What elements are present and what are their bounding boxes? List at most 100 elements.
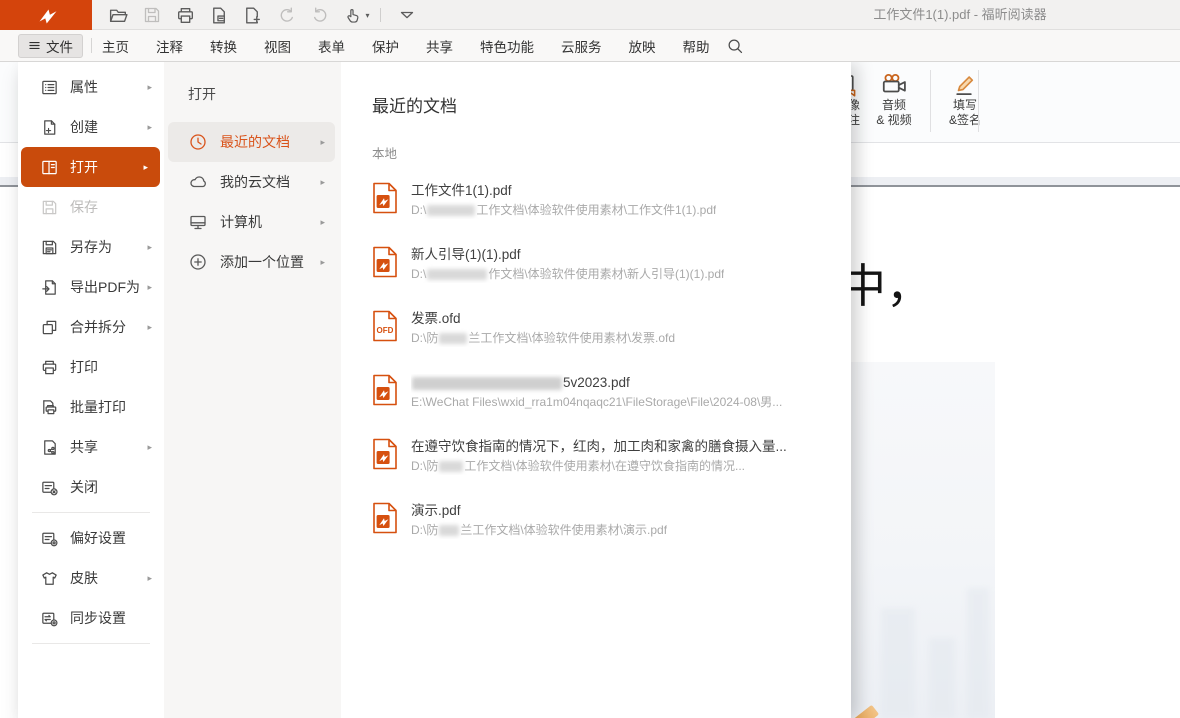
file-menu-item-label: 保存 [70,197,98,217]
menu-tab[interactable]: 云服务 [561,36,602,56]
submenu-arrow-icon: ▸ [320,177,325,188]
pencil-image-fragment [851,705,879,718]
file-menu-item-open[interactable]: 打开▸ [21,147,160,187]
customize-toolbar-icon[interactable] [394,3,420,27]
file-menu-item-share[interactable]: 共享▸ [18,427,164,467]
file-menu-item-preferences[interactable]: 偏好设置 [18,518,164,558]
file-menu-item-save-as[interactable]: 另存为▸ [18,227,164,267]
open-panel-item-computer[interactable]: 计算机▸ [168,202,335,242]
text-segment: D:\ [411,267,426,281]
fill-sign-label-2: &签名 [949,113,981,128]
export-pdf-icon [40,278,59,297]
open-panel-item-add-a-place[interactable]: 添加一个位置▸ [168,242,335,282]
file-menu-item-sync-settings[interactable]: 同步设置 [18,598,164,638]
search-icon[interactable] [726,37,744,55]
open-panel: 打开 最近的文档▸我的云文档▸计算机▸添加一个位置▸ [164,62,341,718]
page-add-icon[interactable] [238,3,264,27]
merge-split-icon [40,318,59,337]
menu-tab[interactable]: 保护 [372,36,399,56]
open-panel-item-recent-documents[interactable]: 最近的文档▸ [168,122,335,162]
text-segment: 演示.pdf [411,503,461,518]
menu-divider [32,512,150,513]
menu-tab[interactable]: 转换 [210,36,237,56]
window-title: 工作文件1(1).pdf - 福昕阅读器 [760,0,1160,30]
doc-path: D:\工作文档\体验软件使用素材\工作文件1(1).pdf [411,202,716,219]
file-menu-label: 文件 [46,36,73,56]
recent-documents-header: 最近的文档 [372,92,851,117]
menu-tab[interactable]: 注释 [156,36,183,56]
redacted-segment [412,377,562,390]
recent-doc-row[interactable]: 新人引导(1)(1).pdfD:\作文档\体验软件使用素材\新人引导(1)(1)… [372,240,851,304]
file-menu-item-merge-split[interactable]: 合并拆分▸ [18,307,164,347]
menu-tab[interactable]: 共享 [426,36,453,56]
computer-icon [188,212,208,232]
page-export-icon[interactable] [205,3,231,27]
doc-name: 发票.ofd [411,310,675,328]
file-menu-item-save: 保存 [18,187,164,227]
open-panel-item-label: 我的云文档 [220,172,290,192]
file-menu-item-close[interactable]: 关闭 [18,467,164,507]
text-segment: D:\防 [411,331,438,345]
save-icon [40,198,59,217]
doc-texts: 工作文件1(1).pdfD:\工作文档\体验软件使用素材\工作文件1(1).pd… [411,182,716,219]
file-menu-item-skin[interactable]: 皮肤▸ [18,558,164,598]
menu-tab[interactable]: 放映 [629,36,656,56]
file-menu-button[interactable]: 文件 [18,34,83,58]
document-inline-image [851,362,995,718]
recent-doc-row[interactable]: OFD发票.ofdD:\防兰工作文档\体验软件使用素材\发票.ofd [372,304,851,368]
text-segment: 工作文档\体验软件使用素材\工作文件1(1).pdf [476,203,716,217]
text-segment: 作文档\体验软件使用素材\新人引导(1)(1).pdf [488,267,724,281]
print-icon[interactable] [172,3,198,27]
file-menu-item-label: 合并拆分 [70,317,126,337]
pdf-file-icon [372,374,398,406]
menu-tab[interactable]: 主页 [102,36,129,56]
recent-doc-row[interactable]: 在遵守饮食指南的情况下，红肉，加工肉和家禽的膳食摄入量...D:\防工作文档\体… [372,432,851,496]
recent-documents-panel: 最近的文档 本地 工作文件1(1).pdfD:\工作文档\体验软件使用素材\工作… [341,62,851,718]
text-segment: D:\防 [411,523,438,537]
open-panel-item-label: 计算机 [220,212,262,232]
text-segment: 兰工作文档\体验软件使用素材\发票.ofd [468,331,675,345]
file-menu-item-batch-print[interactable]: 批量打印 [18,387,164,427]
menu-tab[interactable]: 特色功能 [480,36,534,56]
save-as-icon [40,238,59,257]
text-segment: 兰工作文档\体验软件使用素材\演示.pdf [460,523,667,537]
text-segment: 发票.ofd [411,311,461,326]
submenu-arrow-icon: ▸ [143,162,148,173]
foxit-logo[interactable] [0,0,92,30]
text-segment: 在遵守饮食指南的情况下，红肉，加工肉和家禽的膳食摄入量... [411,439,787,454]
file-menu-item-properties[interactable]: 属性▸ [18,67,164,107]
submenu-arrow-icon: ▸ [147,442,152,453]
audio-video-label-1: 音频 [882,98,906,113]
redo-icon [307,3,333,27]
doc-path: D:\防 兰工作文档\体验软件使用素材\演示.pdf [411,522,667,539]
audio-video-button[interactable]: 音频 & 视频 [866,68,922,138]
recent-doc-row[interactable]: 5v2023.pdfE:\WeChat Files\wxid_rra1m04nq… [372,368,851,432]
submenu-arrow-icon: ▸ [147,282,152,293]
file-menu-item-label: 打印 [70,357,98,377]
doc-name: 演示.pdf [411,502,667,520]
file-menu-item-print[interactable]: 打印 [18,347,164,387]
document-text-fragment: 中， [840,250,932,316]
file-menu-item-create[interactable]: 创建 ▸ [18,107,164,147]
hand-tool-icon[interactable]: ▾ [340,3,374,27]
recent-doc-row[interactable]: 演示.pdf D:\防 兰工作文档\体验软件使用素材\演示.pdf [372,496,851,560]
recent-documents-group-label: 本地 [372,143,851,162]
menu-tab[interactable]: 视图 [264,36,291,56]
menu-tab[interactable]: 帮助 [683,36,710,56]
fill-sign-button[interactable]: 填写 &签名 [936,68,994,138]
preferences-icon [40,529,59,548]
file-menu-item-label: 导出PDF为 [70,277,140,297]
toolbar-separator [380,8,381,22]
submenu-arrow-icon: ▸ [147,122,152,133]
doc-texts: 发票.ofd D:\防 兰工作文档\体验软件使用素材\发票.ofd [411,310,675,347]
file-menu-item-label: 创建 [70,117,98,137]
ribbon-separator [978,70,979,132]
open-panel-item-my-cloud-documents[interactable]: 我的云文档 ▸ [168,162,335,202]
fill-sign-label-1: 填写 [953,98,977,113]
open-folder-icon[interactable] [105,3,131,27]
menubar-separator [91,38,92,53]
recent-doc-row[interactable]: 工作文件1(1).pdfD:\工作文档\体验软件使用素材\工作文件1(1).pd… [372,176,851,240]
file-menu-item-export-pdf[interactable]: 导出PDF为 ▸ [18,267,164,307]
hamburger-icon [28,39,41,52]
menu-tab[interactable]: 表单 [318,36,345,56]
